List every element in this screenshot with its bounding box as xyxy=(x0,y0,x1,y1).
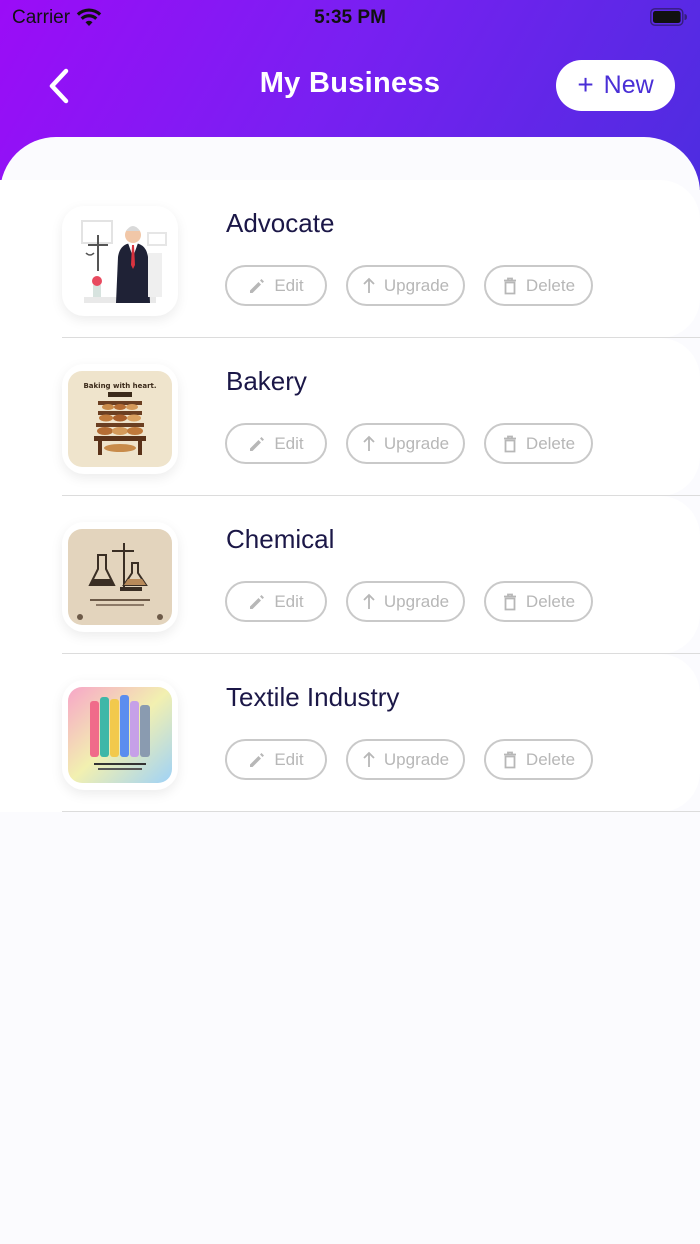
upgrade-label: Upgrade xyxy=(383,591,450,611)
business-name: Bakery xyxy=(226,366,307,396)
upgrade-button[interactable]: Upgrade xyxy=(346,423,465,464)
pencil-icon xyxy=(250,752,265,767)
delete-label: Delete xyxy=(525,591,576,611)
business-list: Advocate Edit Upgrade Delete Baking with… xyxy=(0,180,700,812)
edit-button[interactable]: Edit xyxy=(225,265,327,306)
delete-label: Delete xyxy=(525,433,576,453)
business-name: Chemical xyxy=(226,524,335,554)
delete-label: Delete xyxy=(525,275,576,295)
trash-icon xyxy=(503,435,516,452)
status-bar: Carrier 5:35 PM xyxy=(0,0,700,36)
bakery-image: Baking with heart. xyxy=(68,371,172,467)
battery-icon xyxy=(650,8,687,26)
business-thumbnail xyxy=(62,206,178,316)
arrow-up-icon xyxy=(363,593,375,609)
business-actions: Edit Upgrade Delete xyxy=(225,739,593,780)
edit-label: Edit xyxy=(274,591,304,611)
arrow-up-icon xyxy=(363,277,375,293)
upgrade-label: Upgrade xyxy=(383,275,450,295)
edit-button[interactable]: Edit xyxy=(225,423,327,464)
business-card[interactable]: Chemical Edit Upgrade Delete xyxy=(0,496,700,654)
business-card[interactable]: Advocate Edit Upgrade Delete xyxy=(0,180,700,338)
business-card[interactable]: Baking with heart. Bakery Edit Upgrade D… xyxy=(0,338,700,496)
delete-button[interactable]: Delete xyxy=(484,423,593,464)
trash-icon xyxy=(503,593,516,610)
upgrade-label: Upgrade xyxy=(383,433,450,453)
delete-button[interactable]: Delete xyxy=(484,581,593,622)
trash-icon xyxy=(503,751,516,768)
chemical-image xyxy=(68,529,172,625)
edit-button[interactable]: Edit xyxy=(225,739,327,780)
edit-label: Edit xyxy=(274,749,304,769)
plus-icon: + xyxy=(577,68,594,100)
delete-label: Delete xyxy=(525,749,576,769)
business-name: Textile Industry xyxy=(226,682,400,712)
business-card[interactable]: Textile Industry Edit Upgrade Delete xyxy=(0,654,700,812)
business-thumbnail xyxy=(62,680,178,790)
upgrade-button[interactable]: Upgrade xyxy=(346,265,465,306)
advocate-image xyxy=(68,213,172,309)
new-business-button[interactable]: + New xyxy=(556,60,675,111)
trash-icon xyxy=(503,277,516,294)
delete-button[interactable]: Delete xyxy=(484,739,593,780)
upgrade-button[interactable]: Upgrade xyxy=(346,739,465,780)
upgrade-label: Upgrade xyxy=(383,749,450,769)
bakery-image-text: Baking with heart. xyxy=(83,382,156,390)
edit-button[interactable]: Edit xyxy=(225,581,327,622)
business-thumbnail xyxy=(62,522,178,632)
new-button-label: New xyxy=(603,71,654,99)
business-thumbnail: Baking with heart. xyxy=(62,364,178,474)
business-actions: Edit Upgrade Delete xyxy=(225,265,593,306)
business-actions: Edit Upgrade Delete xyxy=(225,581,593,622)
business-name: Advocate xyxy=(226,208,335,238)
upgrade-button[interactable]: Upgrade xyxy=(346,581,465,622)
textile-image xyxy=(68,687,172,783)
status-time: 5:35 PM xyxy=(314,7,386,28)
arrow-up-icon xyxy=(363,435,375,451)
pencil-icon xyxy=(250,278,265,293)
pencil-icon xyxy=(250,436,265,451)
arrow-up-icon xyxy=(363,751,375,767)
business-actions: Edit Upgrade Delete xyxy=(225,423,593,464)
edit-label: Edit xyxy=(274,433,304,453)
pencil-icon xyxy=(250,594,265,609)
edit-label: Edit xyxy=(274,275,304,295)
delete-button[interactable]: Delete xyxy=(484,265,593,306)
